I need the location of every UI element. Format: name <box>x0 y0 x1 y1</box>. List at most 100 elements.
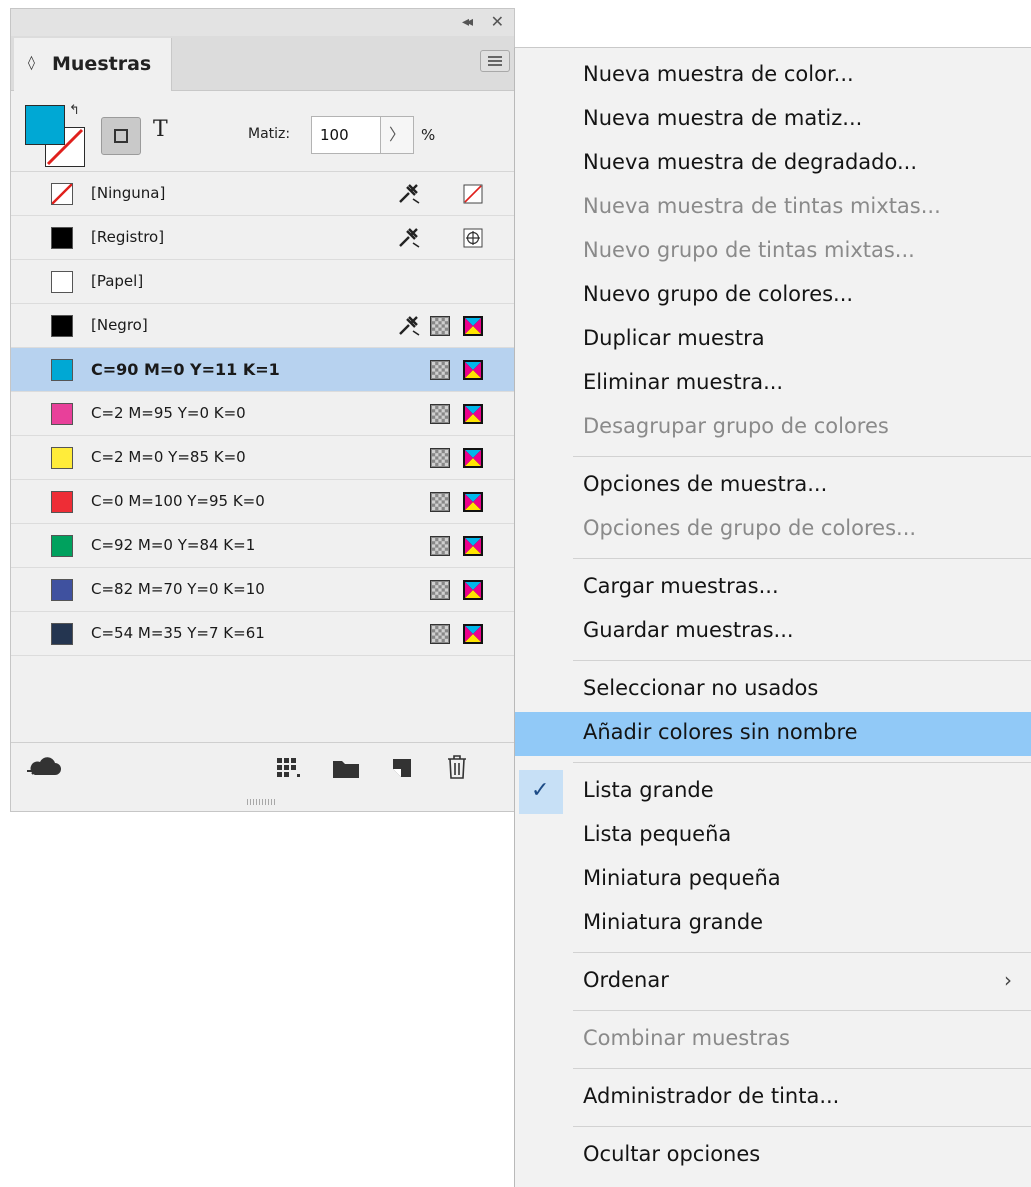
menu-item[interactable]: Guardar muestras... <box>515 610 1031 654</box>
process-color-icon <box>430 492 450 512</box>
menu-item-label: Cargar muestras... <box>583 574 779 598</box>
menu-item-label: Guardar muestras... <box>583 618 794 642</box>
menu-separator <box>573 1010 1031 1011</box>
submenu-arrow-icon: › <box>1004 968 1012 992</box>
menu-item[interactable]: ✓ Lista grande <box>515 770 1031 814</box>
formatting-text-button[interactable]: T <box>153 117 168 142</box>
resize-grip[interactable] <box>247 799 277 805</box>
menu-item-label: Añadir colores sin nombre <box>583 720 858 744</box>
swatch-row[interactable]: C=82 M=70 Y=0 K=10 <box>11 568 514 612</box>
menu-separator <box>573 1126 1031 1127</box>
menu-item[interactable]: Miniatura grande <box>515 902 1031 946</box>
swap-fill-stroke-icon[interactable]: ↰ <box>69 103 80 118</box>
menu-item[interactable]: Ocultar opciones <box>515 1134 1031 1178</box>
menu-item[interactable]: Lista pequeña <box>515 814 1031 858</box>
swatch-row[interactable]: [Negro] <box>11 304 514 348</box>
panel-footer <box>11 742 514 793</box>
trash-icon[interactable] <box>447 755 467 779</box>
menu-item[interactable]: Seleccionar no usados <box>515 668 1031 712</box>
menu-item[interactable]: Eliminar muestra... <box>515 362 1031 406</box>
cmyk-mode-icon <box>463 404 483 424</box>
menu-item-label: Ocultar opciones <box>583 1142 761 1166</box>
menu-item-label: Opciones de muestra... <box>583 472 828 496</box>
swatch-name: C=2 M=95 Y=0 K=0 <box>91 404 246 422</box>
panel-flyout-menu: Nueva muestra de color... Nueva muestra d… <box>514 47 1031 1187</box>
menu-item[interactable]: Nueva muestra de color... <box>515 54 1031 98</box>
formatting-container-button[interactable] <box>101 117 141 155</box>
swatch-color-chip <box>51 623 73 645</box>
menu-item-label: Desagrupar grupo de colores <box>583 414 889 438</box>
menu-separator <box>573 456 1031 457</box>
cmyk-mode-icon <box>463 448 483 468</box>
menu-item-label: Nuevo grupo de colores... <box>583 282 854 306</box>
cmyk-mode-icon <box>463 624 483 644</box>
menu-item[interactable]: Administrador de tinta... <box>515 1076 1031 1120</box>
new-color-group-icon[interactable] <box>333 758 359 778</box>
menu-item[interactable]: Nueva muestra de tintas mixtas... <box>515 186 1031 230</box>
collapse-icon[interactable]: ◂◂ <box>462 13 473 31</box>
swatch-row[interactable]: [Papel] <box>11 260 514 304</box>
menu-item[interactable]: Desagrupar grupo de colores <box>515 406 1031 450</box>
menu-item-label: Administrador de tinta... <box>583 1084 840 1108</box>
swatch-row[interactable]: C=2 M=95 Y=0 K=0 <box>11 392 514 436</box>
tint-slider-button[interactable]: 〉 <box>380 116 414 154</box>
cmyk-mode-icon <box>463 492 483 512</box>
menu-item[interactable]: Nuevo grupo de tintas mixtas... <box>515 230 1031 274</box>
swatch-row[interactable]: C=90 M=0 Y=11 K=1 <box>11 348 514 392</box>
menu-item[interactable]: Miniatura pequeña <box>515 858 1031 902</box>
menu-item-label: Nueva muestra de color... <box>583 62 854 86</box>
cmyk-mode-icon <box>463 360 483 380</box>
menu-item[interactable]: Opciones de grupo de colores... <box>515 508 1031 552</box>
menu-item[interactable]: Nuevo grupo de colores... <box>515 274 1031 318</box>
swatch-color-chip <box>51 535 73 557</box>
close-icon[interactable]: ✕ <box>491 13 504 31</box>
menu-item-label: Nueva muestra de matiz... <box>583 106 863 130</box>
swatch-color-chip <box>51 491 73 513</box>
swatch-row[interactable]: C=54 M=35 Y=7 K=61 <box>11 612 514 656</box>
swatch-name: C=2 M=0 Y=85 K=0 <box>91 448 246 466</box>
process-color-icon <box>430 360 450 380</box>
menu-separator <box>573 1068 1031 1069</box>
process-color-icon <box>430 624 450 644</box>
process-color-icon <box>430 448 450 468</box>
fill-stroke-control[interactable]: ↰ <box>25 103 87 167</box>
process-color-icon <box>430 580 450 600</box>
menu-item[interactable]: Añadir colores sin nombre <box>515 712 1031 756</box>
menu-item-label: Ordenar <box>583 968 669 992</box>
cc-library-icon[interactable] <box>25 757 61 781</box>
menu-separator <box>573 660 1031 661</box>
swatch-row[interactable]: [Registro] <box>11 216 514 260</box>
process-color-icon <box>430 404 450 424</box>
menu-item-label: Nueva muestra de degradado... <box>583 150 917 174</box>
tint-input[interactable] <box>311 116 381 154</box>
menu-item[interactable]: Nueva muestra de degradado... <box>515 142 1031 186</box>
swatch-row[interactable]: C=92 M=0 Y=84 K=1 <box>11 524 514 568</box>
menu-item-label: Seleccionar no usados <box>583 676 819 700</box>
fill-swatch[interactable] <box>25 105 65 145</box>
cmyk-mode-icon <box>463 536 483 556</box>
swatch-list: [Ninguna] [Registro] [Papel] [Negro] C=90 M=… <box>11 171 514 656</box>
swatch-color-chip <box>51 403 73 425</box>
menu-item-label: Lista pequeña <box>583 822 732 846</box>
menu-item[interactable]: Nueva muestra de matiz... <box>515 98 1031 142</box>
swatch-row[interactable]: [Ninguna] <box>11 172 514 216</box>
menu-item[interactable]: Duplicar muestra <box>515 318 1031 362</box>
swatch-color-chip <box>51 447 73 469</box>
menu-item[interactable]: Combinar muestras <box>515 1018 1031 1062</box>
cmyk-mode-icon <box>463 316 483 336</box>
menu-item-label: Miniatura grande <box>583 910 764 934</box>
process-color-icon <box>430 536 450 556</box>
non-editable-icon <box>397 225 421 249</box>
panel-menu-button[interactable] <box>480 50 510 72</box>
menu-item[interactable]: Cargar muestras... <box>515 566 1031 610</box>
show-swatch-kinds-icon[interactable] <box>277 758 301 778</box>
swatch-row[interactable]: C=0 M=100 Y=95 K=0 <box>11 480 514 524</box>
swatch-row[interactable]: C=2 M=0 Y=85 K=0 <box>11 436 514 480</box>
swatch-name: C=82 M=70 Y=0 K=10 <box>91 580 265 598</box>
menu-item[interactable]: Opciones de muestra... <box>515 464 1031 508</box>
tab-muestras[interactable]: ◊ Muestras <box>14 38 172 91</box>
panel-title-bar: ◂◂ ✕ <box>11 9 514 37</box>
none-swatch-icon <box>463 184 483 204</box>
menu-item[interactable]: Ordenar › <box>515 960 1031 1004</box>
new-swatch-icon[interactable] <box>391 757 413 779</box>
